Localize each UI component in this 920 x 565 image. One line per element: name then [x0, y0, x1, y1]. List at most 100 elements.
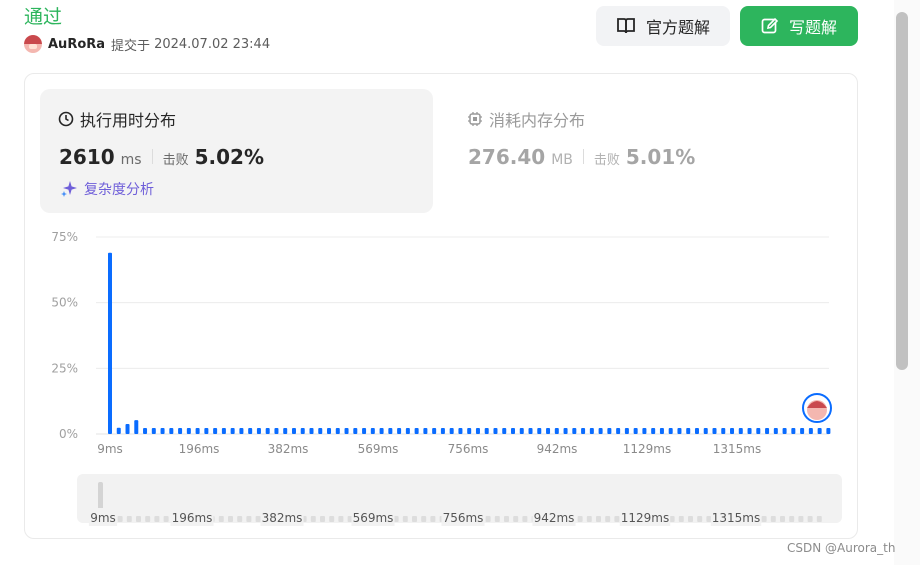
bar[interactable] — [668, 427, 673, 434]
bar[interactable] — [414, 427, 419, 434]
scrollbar-thumb[interactable] — [896, 12, 908, 370]
bar[interactable] — [703, 427, 708, 434]
bar[interactable] — [256, 427, 261, 434]
bar[interactable] — [589, 427, 594, 434]
bar[interactable] — [537, 427, 542, 434]
bar[interactable] — [624, 427, 629, 434]
bar[interactable] — [642, 427, 647, 434]
navigator-mini-bar — [586, 516, 592, 522]
navigator-mini-bar — [706, 516, 712, 522]
bar[interactable] — [475, 427, 480, 434]
bar[interactable] — [721, 427, 726, 434]
bar[interactable] — [186, 427, 191, 434]
navigator-tick-label: 756ms — [443, 511, 484, 525]
bar[interactable] — [738, 427, 743, 434]
bar[interactable] — [510, 427, 515, 434]
bar[interactable] — [730, 427, 735, 434]
bar[interactable] — [782, 427, 787, 434]
bar[interactable] — [397, 427, 402, 434]
x-tick-label: 382ms — [268, 442, 309, 456]
bar[interactable] — [546, 427, 551, 434]
bar[interactable] — [467, 427, 472, 434]
bar[interactable] — [125, 424, 130, 434]
bar[interactable] — [756, 427, 761, 434]
bar[interactable] — [274, 427, 279, 434]
bar[interactable] — [432, 427, 437, 434]
bar[interactable] — [572, 427, 577, 434]
bar[interactable] — [484, 427, 489, 434]
bar[interactable] — [151, 427, 156, 434]
bar[interactable] — [116, 427, 121, 434]
bar[interactable] — [283, 427, 288, 434]
bar[interactable] — [712, 427, 717, 434]
x-tick-label: 569ms — [358, 442, 399, 456]
bar[interactable] — [134, 420, 139, 434]
bar[interactable] — [353, 427, 358, 434]
bar[interactable] — [747, 427, 752, 434]
bar[interactable] — [379, 427, 384, 434]
bar[interactable] — [344, 427, 349, 434]
y-tick-label: 50% — [51, 296, 78, 310]
navigator-tick-label: 1315ms — [712, 511, 760, 525]
bar[interactable] — [335, 427, 340, 434]
bar[interactable] — [554, 427, 559, 434]
bar[interactable] — [651, 427, 656, 434]
bar[interactable] — [686, 427, 691, 434]
bar[interactable] — [265, 427, 270, 434]
bar[interactable] — [405, 427, 410, 434]
bar[interactable] — [178, 427, 183, 434]
bar[interactable] — [309, 427, 314, 434]
bar[interactable] — [239, 427, 244, 434]
bar[interactable] — [458, 427, 463, 434]
bar[interactable] — [581, 427, 586, 434]
bar[interactable] — [221, 427, 226, 434]
bar[interactable] — [817, 427, 822, 434]
navigator-mini-bar — [338, 516, 344, 522]
bar[interactable] — [493, 427, 498, 434]
bar[interactable] — [327, 427, 332, 434]
bar[interactable] — [143, 427, 148, 434]
bar[interactable] — [449, 427, 454, 434]
x-tick-label: 9ms — [97, 442, 123, 456]
bar[interactable] — [318, 427, 323, 434]
bar[interactable] — [108, 252, 112, 434]
navigator-mini-bar — [246, 516, 252, 522]
bar[interactable] — [765, 427, 770, 434]
bar[interactable] — [195, 427, 200, 434]
bar[interactable] — [370, 427, 375, 434]
bar[interactable] — [528, 427, 533, 434]
runtime-distribution-chart[interactable]: 75% 50% 25% 0% 9ms 196ms 382ms 569ms 756ms 942ms 1… — [0, 0, 920, 565]
bar[interactable] — [502, 427, 507, 434]
watermark: CSDN @Aurora_th — [787, 541, 896, 555]
bar[interactable] — [230, 427, 235, 434]
bar[interactable] — [808, 427, 813, 434]
bar[interactable] — [169, 427, 174, 434]
navigator-mini-bar — [761, 516, 767, 522]
bar[interactable] — [633, 427, 638, 434]
bar[interactable] — [388, 427, 393, 434]
bar[interactable] — [423, 427, 428, 434]
bar[interactable] — [616, 427, 621, 434]
navigator-tick-label: 569ms — [353, 511, 394, 525]
bar[interactable] — [362, 427, 367, 434]
bar[interactable] — [563, 427, 568, 434]
bar[interactable] — [694, 427, 699, 434]
bar[interactable] — [607, 427, 612, 434]
bar[interactable] — [773, 427, 778, 434]
bar[interactable] — [160, 427, 165, 434]
bar[interactable] — [440, 427, 445, 434]
bar[interactable] — [291, 427, 296, 434]
bar[interactable] — [791, 427, 796, 434]
bar[interactable] — [213, 427, 218, 434]
navigator-mini-bar — [697, 516, 703, 522]
bar[interactable] — [300, 427, 305, 434]
bar[interactable] — [519, 427, 524, 434]
bar[interactable] — [677, 427, 682, 434]
x-tick-label: 196ms — [179, 442, 220, 456]
bar[interactable] — [204, 427, 209, 434]
bar[interactable] — [826, 427, 831, 434]
bar[interactable] — [598, 427, 603, 434]
bar[interactable] — [800, 427, 805, 434]
bar[interactable] — [248, 427, 253, 434]
bar[interactable] — [659, 427, 664, 434]
